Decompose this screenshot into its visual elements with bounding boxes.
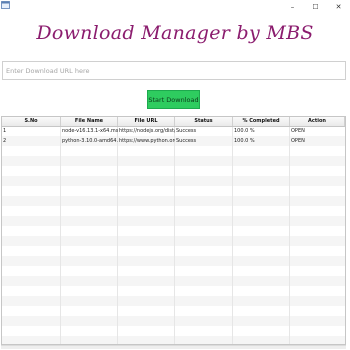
row-status: Success: [176, 128, 197, 134]
row-open-action[interactable]: OPEN: [290, 126, 345, 136]
header-sno[interactable]: S.No: [2, 117, 61, 126]
maximize-button[interactable]: ☐: [304, 0, 327, 13]
horizontal-scrollbar[interactable]: [1, 345, 346, 349]
table-row[interactable]: 1 node-v16.13.1-x64.msi https://nodejs.o…: [2, 126, 345, 136]
header-file-url[interactable]: File URL: [118, 117, 175, 126]
app-title: Download Manager by MBS: [36, 22, 314, 44]
header-percent-completed[interactable]: % Completed: [233, 117, 290, 126]
start-download-button[interactable]: Start Download: [147, 90, 200, 109]
header-status[interactable]: Status: [175, 117, 233, 126]
column-gridlines: [2, 117, 345, 344]
header-file-name[interactable]: File Name: [61, 117, 118, 126]
row-sno: 1: [3, 128, 7, 134]
close-button[interactable]: ✕: [327, 0, 350, 13]
app-icon: [1, 1, 10, 9]
window-controls: – ☐ ✕: [281, 0, 350, 13]
row-file-url: https://www.python.org/ftp...: [119, 138, 175, 144]
row-percent-completed: 100.0 %: [234, 128, 255, 134]
row-file-name: node-v16.13.1-x64.msi: [62, 128, 118, 134]
row-status: Success: [176, 138, 197, 144]
row-percent-completed: 100.0 %: [234, 138, 255, 144]
download-url-input[interactable]: [2, 61, 346, 80]
row-file-url: https://nodejs.org/dist/v16....: [119, 128, 175, 134]
row-file-name: python-3.10.0-amd64.exe: [62, 138, 118, 144]
row-sno: 2: [3, 138, 7, 144]
header-action[interactable]: Action: [290, 117, 345, 126]
downloads-table: S.No File Name File URL Status % Complet…: [1, 116, 346, 345]
minimize-button[interactable]: –: [281, 0, 304, 13]
row-open-action[interactable]: OPEN: [290, 136, 345, 146]
table-row[interactable]: 2 python-3.10.0-amd64.exe https://www.py…: [2, 136, 345, 146]
